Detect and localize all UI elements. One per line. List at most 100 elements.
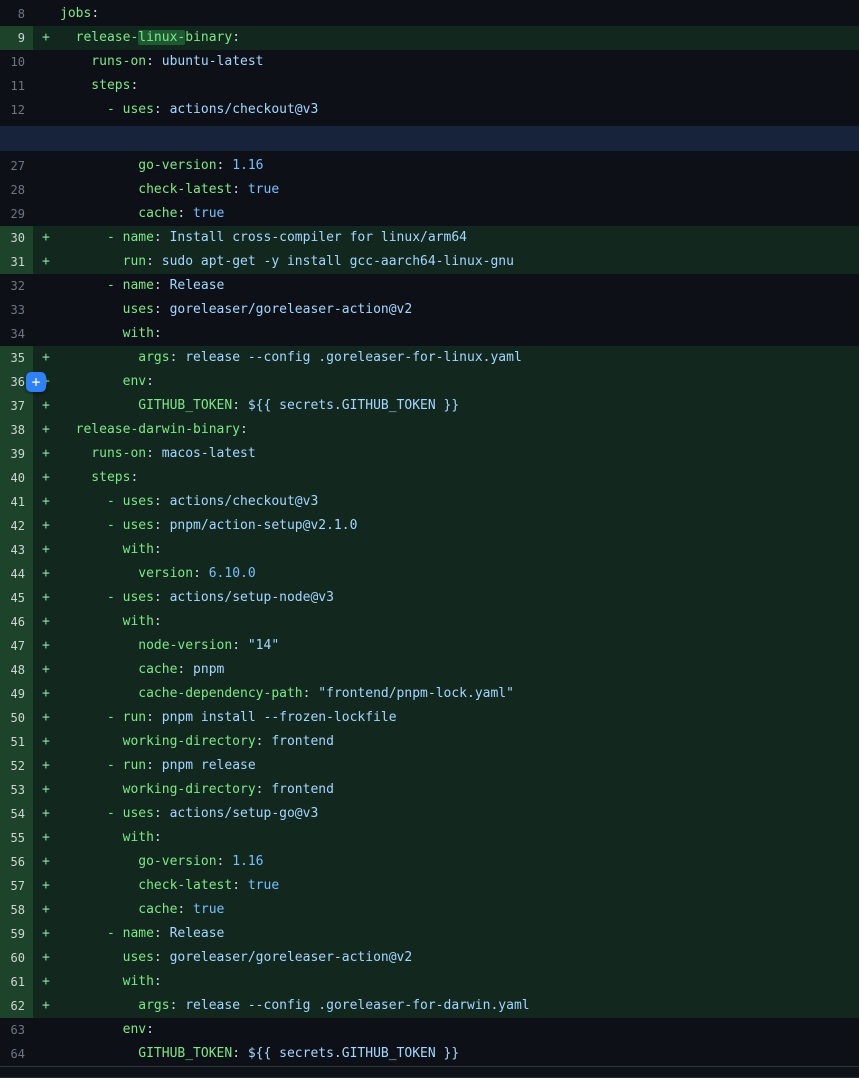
code-segment: macos-latest xyxy=(154,446,256,461)
code-segment: pnpm install --frozen-lockfile xyxy=(154,710,397,725)
code-line: go-version: 1.16 xyxy=(60,154,264,178)
code-segment: : xyxy=(146,758,154,773)
line-number[interactable]: 12 xyxy=(0,98,33,122)
diff-marker: + xyxy=(33,682,60,706)
code-segment: Release xyxy=(162,278,225,293)
code-segment: : xyxy=(130,470,138,485)
code-segment: 1.16 xyxy=(224,158,263,173)
line-number[interactable]: 57 xyxy=(0,874,33,898)
code-segment: actions/checkout@v3 xyxy=(162,494,319,509)
line-number[interactable]: 39 xyxy=(0,442,33,466)
code-line: working-directory: frontend xyxy=(60,730,334,754)
diff-marker: + xyxy=(33,514,60,538)
line-number[interactable]: 33 xyxy=(0,298,33,322)
line-number[interactable]: 61 xyxy=(0,970,33,994)
code-line: uses: goreleaser/goreleaser-action@v2 xyxy=(60,946,412,970)
diff-line-42: 42+ - uses: pnpm/action-setup@v2.1.0 xyxy=(0,514,859,538)
diff-marker: + xyxy=(33,970,60,994)
code-segment: : xyxy=(154,974,162,989)
line-number[interactable]: 53 xyxy=(0,778,33,802)
code-segment: : xyxy=(154,806,162,821)
line-number[interactable]: 44 xyxy=(0,562,33,586)
diff-marker: + xyxy=(33,538,60,562)
line-number[interactable]: 59 xyxy=(0,922,33,946)
code-segment: jobs xyxy=(60,6,91,21)
code-segment: args xyxy=(60,998,170,1013)
code-segment: 6.10.0 xyxy=(201,566,256,581)
code-line: with: xyxy=(60,538,162,562)
code-segment: with xyxy=(60,974,154,989)
code-line: steps: xyxy=(60,74,138,98)
line-number[interactable]: 40 xyxy=(0,466,33,490)
line-number[interactable]: 45 xyxy=(0,586,33,610)
line-number[interactable]: 56 xyxy=(0,850,33,874)
line-number[interactable]: 31 xyxy=(0,250,33,274)
line-number[interactable]: 32 xyxy=(0,274,33,298)
diff-line-12: 12 - uses: actions/checkout@v3 xyxy=(0,98,859,122)
diff-line-52: 52+ - run: pnpm release xyxy=(0,754,859,778)
code-segment: : xyxy=(130,78,138,93)
line-number[interactable]: 42 xyxy=(0,514,33,538)
code-segment: - uses xyxy=(60,806,154,821)
code-segment: : xyxy=(146,1022,154,1037)
diff-line-39: 39+ runs-on: macos-latest xyxy=(0,442,859,466)
line-number[interactable]: 46 xyxy=(0,610,33,634)
line-number[interactable]: 37 xyxy=(0,394,33,418)
line-number[interactable]: 50 xyxy=(0,706,33,730)
diff-line-27: 27 go-version: 1.16 xyxy=(0,154,859,178)
line-number[interactable]: 34 xyxy=(0,322,33,346)
line-number[interactable]: 55 xyxy=(0,826,33,850)
line-number[interactable]: 43 xyxy=(0,538,33,562)
diff-line-30: 30+ - name: Install cross-compiler for l… xyxy=(0,226,859,250)
line-number[interactable]: 64 xyxy=(0,1042,33,1066)
line-number[interactable]: 38 xyxy=(0,418,33,442)
line-number[interactable]: 28 xyxy=(0,178,33,202)
code-segment: : xyxy=(232,1046,240,1061)
code-segment: : xyxy=(232,878,240,893)
line-number[interactable]: 10 xyxy=(0,50,33,74)
diff-line-11: 11 steps: xyxy=(0,74,859,98)
code-segment: : xyxy=(232,638,240,653)
code-line: check-latest: true xyxy=(60,178,279,202)
line-number[interactable]: 35 xyxy=(0,346,33,370)
line-number[interactable]: 63 xyxy=(0,1018,33,1042)
code-line: with: xyxy=(60,610,162,634)
line-number[interactable]: 27 xyxy=(0,154,33,178)
diff-marker: + xyxy=(33,778,60,802)
line-number[interactable]: 41 xyxy=(0,490,33,514)
line-number[interactable]: 8 xyxy=(0,2,33,26)
code-segment: - name xyxy=(60,230,154,245)
line-number[interactable]: 48 xyxy=(0,658,33,682)
line-number[interactable]: 62 xyxy=(0,994,33,1018)
code-segment: : xyxy=(146,254,154,269)
diff-expand-region[interactable] xyxy=(0,126,859,151)
code-line: runs-on: macos-latest xyxy=(60,442,256,466)
code-segment: : xyxy=(232,398,240,413)
line-number[interactable]: 58 xyxy=(0,898,33,922)
line-number[interactable]: 60 xyxy=(0,946,33,970)
code-line: node-version: "14" xyxy=(60,634,279,658)
code-line: uses: goreleaser/goreleaser-action@v2 xyxy=(60,298,412,322)
code-segment: : xyxy=(240,422,248,437)
line-number[interactable]: 54 xyxy=(0,802,33,826)
diff-marker: + xyxy=(33,826,60,850)
line-number[interactable]: 30 xyxy=(0,226,33,250)
line-number[interactable]: 47 xyxy=(0,634,33,658)
code-segment: : xyxy=(232,182,240,197)
line-number[interactable]: 52 xyxy=(0,754,33,778)
diff-marker xyxy=(33,98,60,122)
diff-line-58: 58+ cache: true xyxy=(0,898,859,922)
diff-marker xyxy=(33,274,60,298)
code-segment: release- xyxy=(60,30,138,45)
code-segment: : xyxy=(146,710,154,725)
line-number[interactable]: 29 xyxy=(0,202,33,226)
code-segment: sudo apt-get -y install gcc-aarch64-linu… xyxy=(154,254,514,269)
code-segment: env xyxy=(60,374,146,389)
line-number[interactable]: 49 xyxy=(0,682,33,706)
code-segment: release --config .goreleaser-for-linux.y… xyxy=(177,350,521,365)
line-number[interactable]: 51 xyxy=(0,730,33,754)
line-number[interactable]: 9 xyxy=(0,26,33,50)
line-number[interactable]: 11 xyxy=(0,74,33,98)
add-comment-button[interactable]: + xyxy=(26,372,46,392)
diff-marker: + xyxy=(33,994,60,1018)
